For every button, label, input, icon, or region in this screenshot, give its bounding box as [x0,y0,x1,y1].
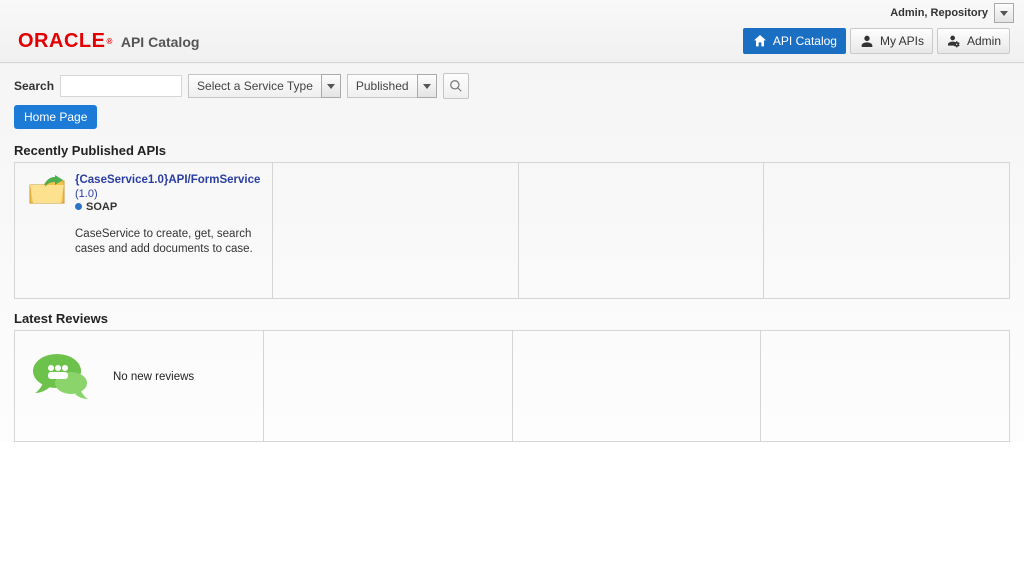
oracle-logo-text: ORACLE [18,30,105,53]
status-select[interactable]: Published [347,74,437,98]
no-reviews-message: No new reviews [113,371,194,383]
chevron-down-icon [1000,11,1008,16]
folder-api-icon [27,173,67,207]
api-version: (1.0) [75,188,260,200]
tab-my-apis[interactable]: My APIs [850,28,933,54]
status-value: Published [347,74,417,98]
latest-reviews-section: Latest Reviews No new reviews [0,299,1024,442]
brand: ORACLE® API Catalog [18,30,199,53]
user-gear-icon [946,33,962,49]
empty-cell [764,163,1009,298]
search-icon [449,79,463,93]
search-toolbar: Search Select a Service Type Published [0,63,1024,103]
user-icon [859,33,875,49]
tab-admin-label: Admin [967,34,1001,48]
api-description: CaseService to create, get, search cases… [27,227,260,258]
empty-cell [519,163,765,298]
status-dot-icon [75,203,82,210]
api-protocol: SOAP [86,201,117,213]
status-dropdown-button[interactable] [417,74,437,98]
tab-my-apis-label: My APIs [880,34,924,48]
recent-apis-title: Recently Published APIs [14,143,1010,158]
product-name: API Catalog [121,34,200,50]
user-menu-dropdown[interactable] [994,3,1014,23]
home-page-button[interactable]: Home Page [14,105,97,129]
empty-cell [264,331,513,441]
empty-cell [761,331,1009,441]
search-input[interactable] [60,75,182,97]
tab-api-catalog[interactable]: API Catalog [743,28,846,54]
empty-cell [273,163,519,298]
chevron-down-icon [327,84,335,89]
service-type-value: Select a Service Type [188,74,321,98]
tab-admin[interactable]: Admin [937,28,1010,54]
api-card[interactable]: {CaseService1.0}API/FormService (1.0) SO… [15,163,273,298]
review-card: No new reviews [15,331,264,441]
search-label: Search [14,79,54,93]
chevron-down-icon [423,84,431,89]
tab-api-catalog-label: API Catalog [773,34,837,48]
empty-cell [513,331,762,441]
latest-reviews-title: Latest Reviews [14,311,1010,326]
recent-apis-section: Recently Published APIs {CaseService1.0}… [0,131,1024,299]
chat-bubble-icon [31,349,95,405]
search-button[interactable] [443,73,469,99]
user-label: Admin, Repository [890,7,988,19]
home-icon [752,33,768,49]
service-type-dropdown-button[interactable] [321,74,341,98]
app-header: ORACLE® API Catalog API Catalog My APIs … [0,22,1024,63]
oracle-logo: ORACLE® [18,30,113,53]
service-type-select[interactable]: Select a Service Type [188,74,341,98]
api-title: {CaseService1.0}API/FormService [75,173,260,188]
nav-tabs: API Catalog My APIs Admin [743,28,1010,54]
